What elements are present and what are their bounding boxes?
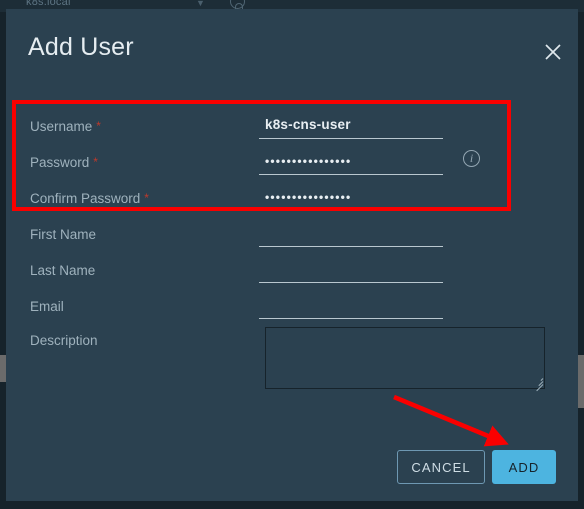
form-row-confirm-password: Confirm Password * [6,181,578,217]
required-marker: * [96,119,101,133]
label-username: Username * [30,119,101,134]
label-username-text: Username [30,119,93,134]
label-last-name: Last Name [30,263,96,278]
add-user-modal: Add User Username* Password* Confirm Pas… [6,9,578,501]
description-textarea[interactable] [265,327,545,389]
required-marker: * [93,155,98,169]
form-row-last-name: Last Name [6,253,578,289]
confirm-password-input[interactable] [259,185,443,211]
label-password-text: Password [30,155,90,170]
info-icon[interactable]: i [463,150,480,167]
email-input[interactable] [259,293,443,319]
add-user-form: Username* Password* Confirm Password* Fi… [6,109,578,405]
user-avatar-icon [230,0,245,11]
label-email: Email [30,299,64,314]
breadcrumb: k8s.local [26,0,71,8]
label-password: Password * [30,155,98,170]
form-row-description: Description [6,325,578,405]
username-input[interactable] [259,113,443,139]
modal-title: Add User [28,33,134,61]
chevron-down-icon: ▼ [196,0,205,8]
label-description: Description [30,333,98,348]
label-confirm-password-text: Confirm Password [30,191,141,206]
close-icon[interactable] [540,39,566,65]
required-marker: * [144,191,149,205]
label-confirm-password: Confirm Password * [30,191,149,206]
background-scroll-strip-right [577,355,584,408]
label-first-name: First Name [30,227,97,242]
add-button[interactable]: ADD [492,450,556,484]
last-name-input[interactable] [259,257,443,283]
form-row-username: Username * [6,109,578,145]
form-row-email: Email [6,289,578,325]
password-input[interactable] [259,149,443,175]
first-name-input[interactable] [259,221,443,247]
form-row-first-name: First Name [6,217,578,253]
form-row-password: Password * [6,145,578,181]
cancel-button[interactable]: CANCEL [397,450,485,484]
